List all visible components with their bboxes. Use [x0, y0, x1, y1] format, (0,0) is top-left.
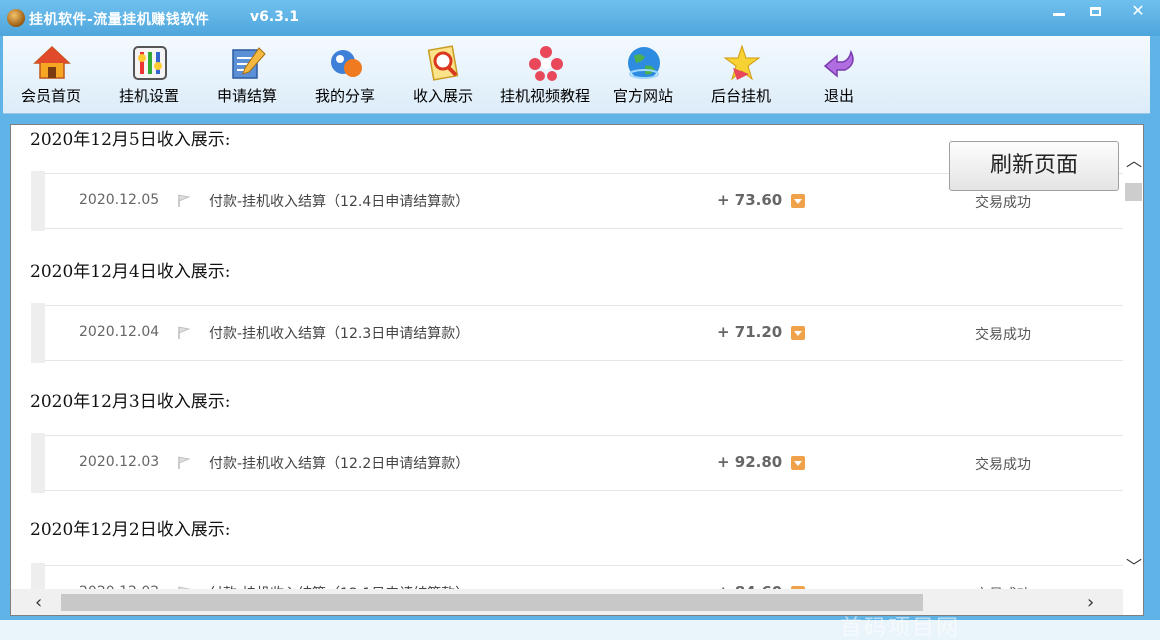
settings-icon	[133, 46, 167, 80]
day-title: 2020年12月5日收入展示:	[30, 130, 231, 150]
toolbar-label: 后台挂机	[710, 87, 771, 105]
toolbar-item-income[interactable]: 收入展示	[395, 42, 491, 110]
scrollbar-thumb[interactable]	[61, 594, 923, 611]
dropdown-icon[interactable]	[791, 194, 805, 208]
row-date: 2020.12.04	[79, 324, 160, 340]
close-button[interactable]: ✕	[1120, 0, 1156, 24]
flag-icon	[178, 326, 191, 339]
day-title: 2020年12月4日收入展示:	[30, 262, 231, 282]
toolbar-item-exit[interactable]: 退出	[791, 42, 887, 110]
toolbar-item-website[interactable]: 官方网站	[595, 42, 691, 110]
toolbar-label: 挂机设置	[118, 87, 179, 105]
flag-icon	[178, 456, 191, 469]
toolbar: 会员首页 挂机设置 申请结算 我的分享 收入展示 挂机视频教程 官方网站 后台挂…	[3, 36, 1150, 114]
video-icon	[529, 46, 563, 81]
row-amount: + 73.60	[717, 191, 783, 209]
list-item: 2020.12.04 付款-挂机收入结算（12.3日申请结算款） + 71.20…	[31, 303, 1125, 363]
dropdown-icon[interactable]	[791, 326, 805, 340]
flag-icon	[178, 194, 191, 207]
row-description: 付款-挂机收入结算（12.3日申请结算款）	[209, 326, 470, 342]
edit-icon	[232, 47, 266, 79]
window-version: v6.3.1	[250, 9, 299, 25]
row-status: 交易成功	[975, 195, 1031, 211]
maximize-icon	[1089, 7, 1101, 16]
scrollbar-thumb[interactable]	[1125, 183, 1142, 201]
scroll-down-icon[interactable]: ﹀	[1126, 553, 1142, 577]
scroll-left-icon[interactable]: ‹	[35, 592, 42, 613]
toolbar-item-home[interactable]: 会员首页	[3, 42, 99, 110]
row-status: 交易成功	[975, 457, 1031, 473]
day-title: 2020年12月2日收入展示:	[30, 520, 231, 540]
list-item: 2020.12.03 付款-挂机收入结算（12.2日申请结算款） + 92.80…	[31, 433, 1125, 493]
minimize-icon	[1053, 13, 1065, 16]
toolbar-label: 挂机视频教程	[499, 87, 590, 105]
exit-icon	[823, 49, 854, 78]
maximize-button[interactable]	[1078, 0, 1112, 24]
toolbar-item-settings[interactable]: 挂机设置	[101, 42, 197, 110]
window-title: 挂机软件-流量挂机赚钱软件	[29, 12, 210, 28]
toolbar-item-video[interactable]: 挂机视频教程	[497, 42, 593, 110]
watermark: 首码项目网 www.1318.com	[840, 616, 961, 640]
toolbar-label: 收入展示	[412, 87, 473, 105]
app-logo-icon	[7, 9, 25, 27]
toolbar-item-settle[interactable]: 申请结算	[199, 42, 295, 110]
toolbar-item-share[interactable]: 我的分享	[297, 42, 393, 110]
row-amount: + 71.20	[717, 323, 783, 341]
vertical-scrollbar[interactable]: ︿ ﹀	[1123, 125, 1143, 589]
dropdown-icon[interactable]	[791, 456, 805, 470]
day-title: 2020年12月3日收入展示:	[30, 392, 231, 412]
globe-icon	[628, 47, 660, 79]
close-icon: ✕	[1131, 1, 1145, 20]
title-bar: 挂机软件-流量挂机赚钱软件 v6.3.1 ✕	[0, 0, 1160, 36]
search-icon	[427, 45, 459, 81]
toolbar-item-background[interactable]: 后台挂机	[693, 42, 789, 110]
toolbar-label: 退出	[823, 87, 854, 105]
toolbar-label: 申请结算	[216, 87, 277, 105]
refresh-button[interactable]: 刷新页面	[949, 141, 1119, 191]
row-description: 付款-挂机收入结算（12.4日申请结算款）	[209, 194, 470, 210]
income-list-panel: 2020年12月5日收入展示: 2020.12.05 付款-挂机收入结算（12.…	[10, 124, 1144, 616]
toolbar-label: 会员首页	[20, 87, 81, 105]
row-date: 2020.12.03	[79, 454, 160, 470]
star-icon	[723, 44, 761, 81]
row-status: 交易成功	[975, 327, 1031, 343]
toolbar-label: 我的分享	[314, 87, 375, 105]
row-amount: + 92.80	[717, 453, 783, 471]
row-description: 付款-挂机收入结算（12.2日申请结算款）	[209, 456, 470, 472]
share-icon	[331, 50, 362, 77]
row-date: 2020.12.05	[79, 192, 160, 208]
toolbar-label: 官方网站	[612, 87, 673, 105]
home-icon	[33, 45, 71, 79]
minimize-button[interactable]	[1042, 0, 1076, 24]
scroll-up-icon[interactable]: ︿	[1126, 147, 1142, 171]
